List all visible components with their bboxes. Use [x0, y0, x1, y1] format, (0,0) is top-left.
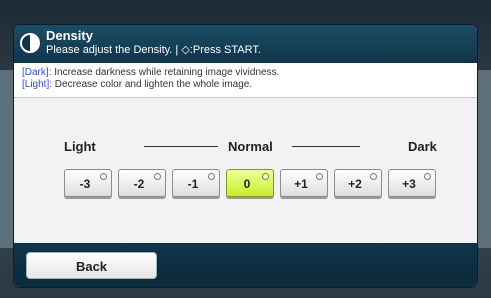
bezel-right-edge: [477, 70, 491, 248]
density-content: Light Normal Dark -3 -2 -1 0 +1 +2 +3: [14, 98, 477, 243]
indicator-icon: [370, 173, 377, 180]
page-title: Density: [46, 28, 93, 43]
density-level-button[interactable]: +3: [388, 169, 436, 197]
info-dark-line: [Dark]: Increase darkness while retainin…: [22, 67, 279, 78]
page-subtitle: Please adjust the Density. | ◇:Press STA…: [46, 44, 261, 56]
density-level-label: -1: [187, 177, 199, 191]
density-level-button[interactable]: -2: [118, 169, 166, 197]
title-bar: Density Please adjust the Density. | ◇:P…: [14, 25, 477, 63]
indicator-icon: [424, 173, 431, 180]
info-area: [Dark]: Increase darkness while retainin…: [14, 63, 477, 98]
indicator-icon: [316, 173, 323, 180]
scale-label-dark: Dark: [408, 139, 437, 154]
scale-divider-left: [144, 146, 218, 147]
density-panel: Density Please adjust the Density. | ◇:P…: [14, 25, 477, 287]
density-level-button[interactable]: +2: [334, 169, 382, 197]
info-light-text: : Decrease color and lighten the whole i…: [49, 79, 253, 90]
density-level-button[interactable]: 0: [226, 169, 274, 197]
scale-label-light: Light: [64, 139, 96, 154]
scale-label-normal: Normal: [228, 139, 273, 154]
bezel-left-edge: [0, 70, 14, 248]
back-button[interactable]: Back: [26, 252, 157, 279]
density-level-label: -3: [79, 177, 91, 191]
info-dark-text: : Increase darkness while retaining imag…: [48, 67, 280, 78]
screen: Density Please adjust the Density. | ◇:P…: [0, 0, 491, 298]
scale-divider-right: [292, 146, 360, 147]
density-level-button[interactable]: +1: [280, 169, 328, 197]
info-light-line: [Light]: Decrease color and lighten the …: [22, 79, 252, 90]
density-level-label: +3: [402, 177, 416, 191]
density-level-label: -2: [133, 177, 145, 191]
density-level-label: +2: [348, 177, 362, 191]
density-level-button[interactable]: -3: [64, 169, 112, 197]
density-level-selector: -3 -2 -1 0 +1 +2 +3: [64, 169, 444, 199]
density-level-label: +1: [294, 177, 308, 191]
density-level-label: 0: [243, 177, 251, 191]
density-level-button[interactable]: -1: [172, 169, 220, 197]
indicator-icon: [100, 173, 107, 180]
density-icon: [20, 33, 40, 53]
indicator-icon: [154, 173, 161, 180]
indicator-icon: [208, 173, 215, 180]
back-button-label: Back: [75, 259, 108, 274]
info-dark-tag: [Dark]: [22, 67, 49, 78]
info-light-tag: [Light]: [22, 79, 50, 90]
indicator-icon: [262, 173, 269, 180]
footer-bar: Back: [14, 243, 477, 287]
